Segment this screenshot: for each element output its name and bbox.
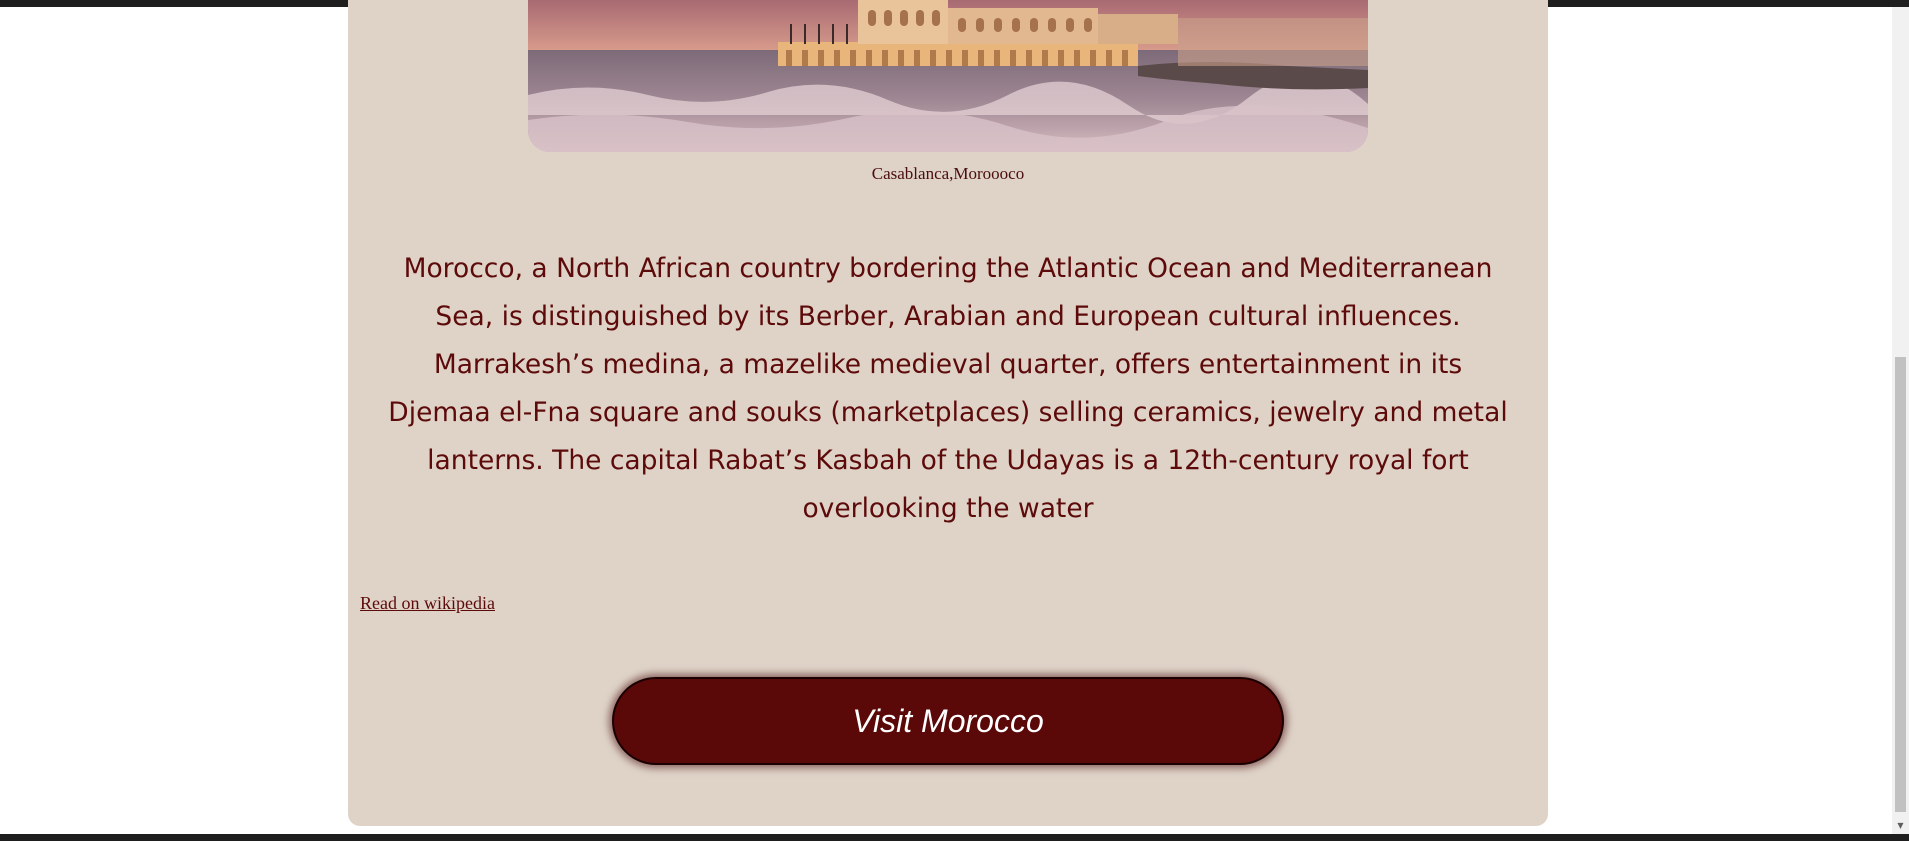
scrollbar-thumb[interactable] bbox=[1895, 357, 1906, 812]
country-description: Morocco, a North African country borderi… bbox=[388, 253, 1508, 524]
wikipedia-link[interactable]: Read on wikipedia bbox=[360, 593, 495, 614]
browser-bottom-edge bbox=[0, 834, 1909, 841]
chevron-down-icon[interactable]: ▼ bbox=[1892, 817, 1909, 834]
country-card: Casablanca,Moroooco Morocco, a North Afr… bbox=[348, 0, 1548, 826]
image-caption: Casablanca,Moroooco bbox=[871, 164, 1025, 183]
visit-morocco-button[interactable]: Visit Morocco bbox=[612, 677, 1284, 765]
vertical-scrollbar[interactable]: ▼ bbox=[1892, 7, 1909, 834]
hero-image bbox=[528, 0, 1368, 152]
